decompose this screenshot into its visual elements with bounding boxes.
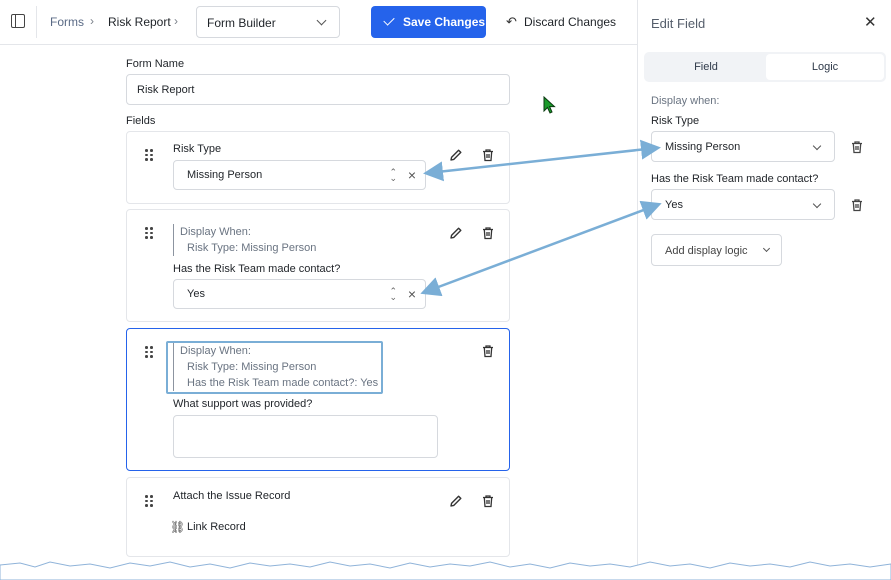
breadcrumb-current: Risk Report [108, 15, 171, 29]
link-icon: ⛓ [170, 520, 186, 534]
link-record-label: Link Record [187, 521, 246, 533]
tab-logic[interactable]: Logic [766, 54, 884, 80]
drag-handle-icon[interactable] [145, 149, 153, 161]
risk-type-select[interactable]: Missing Person ⌃ ⌄ × [173, 160, 426, 190]
field-card-support-provided[interactable]: Display When: Risk Type: Missing Person … [126, 328, 510, 471]
link-record-button[interactable]: ⛓ Link Record [170, 520, 246, 534]
chevron-down-icon [812, 141, 822, 151]
rule-contact-value: Yes [665, 198, 683, 211]
form-name-value: Risk Report [137, 83, 195, 96]
breadcrumb-chevron-icon: › [90, 14, 94, 28]
drag-handle-icon[interactable] [145, 346, 153, 358]
field-card-risk-type[interactable]: Risk Type Missing Person ⌃ ⌄ × [126, 131, 510, 204]
trash-icon[interactable] [481, 344, 495, 358]
form-builder-select-value: Form Builder [207, 16, 276, 30]
display-condition: Display When: Risk Type: Missing Person [173, 224, 316, 256]
edit-icon[interactable] [449, 494, 463, 508]
trash-icon[interactable] [481, 226, 495, 240]
sidebar-toggle-icon[interactable] [11, 14, 25, 28]
display-when-title: Display When: [180, 226, 251, 238]
rule-risk-type-select[interactable]: Missing Person [651, 131, 835, 162]
form-name-input[interactable]: Risk Report [126, 74, 510, 105]
drag-handle-icon[interactable] [145, 227, 153, 239]
close-icon[interactable]: ✕ [864, 13, 877, 31]
clear-icon[interactable]: × [408, 167, 416, 183]
field-label: Attach the Issue Record [173, 490, 291, 502]
trash-icon[interactable] [481, 148, 495, 162]
support-provided-textarea[interactable] [173, 415, 438, 458]
risk-team-contact-select[interactable]: Yes ⌃ ⌄ × [173, 279, 426, 309]
trash-icon[interactable] [481, 494, 495, 508]
breadcrumb-chevron-icon: › [174, 14, 178, 28]
clear-icon[interactable]: × [408, 286, 416, 302]
rule-risk-type-value: Missing Person [665, 140, 741, 153]
panel-title: Edit Field [651, 16, 706, 31]
annotation-highlight-box [166, 341, 383, 394]
panel-divider [637, 0, 638, 580]
save-changes-label: Save Changes [403, 15, 486, 29]
chevron-down-icon [812, 199, 822, 209]
chevron-down-icon [316, 15, 327, 26]
field-label: Has the Risk Team made contact? [173, 263, 341, 275]
display-when-label: Display when: [651, 95, 720, 107]
breadcrumb-forms[interactable]: Forms [50, 15, 84, 29]
rule-contact-select[interactable]: Yes [651, 189, 835, 220]
form-name-label: Form Name [126, 58, 185, 70]
check-icon [383, 14, 395, 26]
edit-icon[interactable] [449, 226, 463, 240]
discard-changes-label: Discard Changes [524, 15, 617, 29]
fields-label: Fields [126, 115, 156, 127]
discard-changes-button[interactable]: ↶ Discard Changes [500, 6, 620, 38]
drag-handle-icon[interactable] [145, 495, 153, 507]
undo-icon: ↶ [506, 14, 517, 29]
risk-type-value: Missing Person [187, 169, 263, 181]
chevron-down-icon [762, 244, 771, 253]
add-display-logic-label: Add display logic [665, 245, 748, 257]
top-bar: Forms › Risk Report › Form Builder Save … [0, 0, 637, 45]
risk-team-contact-value: Yes [187, 288, 205, 300]
field-label: Risk Type [173, 143, 222, 155]
field-card-risk-team-contact[interactable]: Display When: Risk Type: Missing Person … [126, 209, 510, 322]
tab-field[interactable]: Field [646, 54, 766, 80]
trash-icon[interactable] [850, 198, 864, 212]
toolbar-divider [36, 6, 37, 38]
torn-edge [0, 561, 891, 580]
updown-icon: ⌃ ⌄ [389, 167, 397, 183]
edit-icon[interactable] [449, 148, 463, 162]
rule-contact-label: Has the Risk Team made contact? [651, 173, 819, 185]
form-builder-select[interactable]: Form Builder [196, 6, 340, 38]
field-card-issue-record[interactable]: Attach the Issue Record ⛓ Link Record [126, 477, 510, 557]
mouse-cursor-icon [543, 96, 556, 114]
updown-icon: ⌃ ⌄ [389, 286, 397, 302]
rule-risk-type-label: Risk Type [651, 115, 700, 127]
add-display-logic-button[interactable]: Add display logic [651, 234, 782, 266]
panel-tabs: Field Logic [644, 52, 886, 82]
trash-icon[interactable] [850, 140, 864, 154]
field-label: What support was provided? [173, 398, 313, 410]
save-changes-button[interactable]: Save Changes [371, 6, 486, 38]
condition-line: Risk Type: Missing Person [187, 242, 317, 254]
